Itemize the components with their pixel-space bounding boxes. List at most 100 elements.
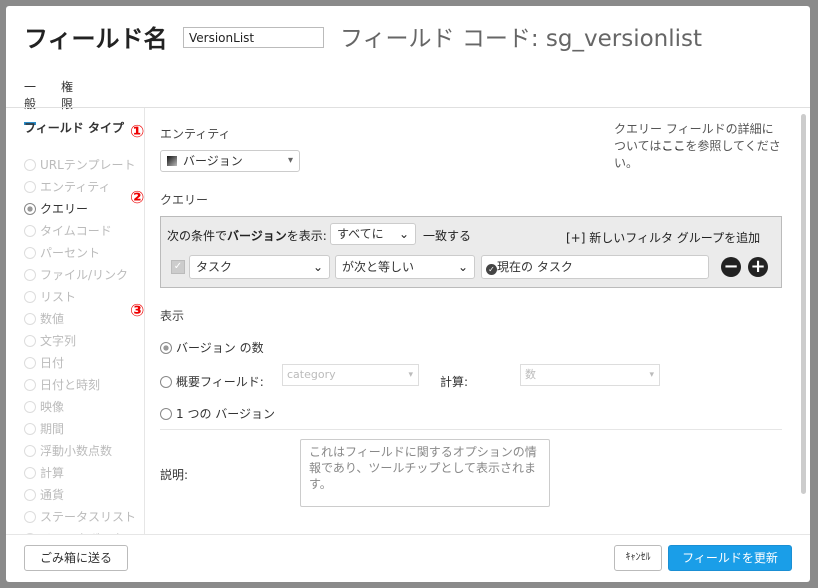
radio-unselected[interactable] — [24, 159, 36, 171]
display-option-count[interactable]: バージョン の数 — [160, 339, 264, 356]
update-field-button[interactable]: フィールドを更新 — [668, 545, 792, 571]
query-filter-box: 次の条件でバージョンを表示: すべてに ⌄ 一致する [+] 新しいフィルタ グ… — [160, 216, 782, 288]
field-type-item[interactable]: タイムコード — [24, 222, 112, 238]
annotation-three: ③ — [130, 301, 145, 321]
chevron-down-icon: ⌄ — [312, 260, 323, 274]
filter-field-select[interactable]: タスク ⌄ — [189, 255, 330, 279]
radio-unselected[interactable] — [24, 511, 36, 523]
display-option-single[interactable]: 1 つの バージョン — [160, 405, 275, 422]
add-filter-button[interactable]: + — [748, 257, 768, 277]
field-type-item[interactable]: ステータスリスト — [24, 508, 136, 524]
field-type-label: 浮動小数点数 — [40, 444, 113, 458]
calc-value: 数 — [525, 368, 536, 381]
page-title: フィールド名 — [24, 25, 168, 53]
field-type-item[interactable]: パーセント — [24, 244, 100, 260]
field-type-label: 日付と時刻 — [40, 378, 101, 392]
display-summary-label: 概要フィールド: — [176, 375, 264, 389]
field-type-item[interactable]: 通貨 — [24, 486, 64, 502]
field-name-input[interactable] — [183, 27, 324, 48]
field-type-item[interactable]: 計算 — [24, 464, 64, 480]
field-dialog: フィールド名 フィールド コード: sg_versionlist 一般 権限 フ… — [6, 6, 810, 582]
footer-divider — [6, 534, 810, 535]
radio-unselected[interactable] — [24, 181, 36, 193]
section-divider — [160, 429, 782, 430]
radio-selected[interactable] — [24, 203, 36, 215]
display-single-label: 1 つの バージョン — [176, 407, 276, 421]
summary-field-value: category — [287, 368, 336, 381]
radio-unselected[interactable] — [24, 225, 36, 237]
panel-divider — [144, 108, 145, 534]
display-option-summary[interactable]: 概要フィールド: — [160, 373, 264, 390]
field-type-title: フィールド タイプ — [24, 121, 124, 135]
scrollbar[interactable] — [801, 114, 806, 494]
field-type-label: URLテンプレート — [40, 158, 136, 172]
radio-unselected[interactable] — [24, 357, 36, 369]
radio-unselected[interactable] — [24, 467, 36, 479]
chevron-down-icon: ▾ — [287, 155, 293, 166]
filter-value-input[interactable]: ✓ 現在の タスク — [481, 255, 709, 279]
radio-selected[interactable] — [160, 342, 172, 354]
radio-unselected[interactable] — [24, 313, 36, 325]
radio-unselected[interactable] — [24, 423, 36, 435]
radio-unselected[interactable] — [24, 401, 36, 413]
chevron-down-icon: ▾ — [649, 370, 654, 380]
field-type-item[interactable]: 文字列 — [24, 332, 76, 348]
field-type-item[interactable]: クエリー — [24, 200, 88, 216]
field-type-item[interactable]: 浮動小数点数 — [24, 442, 112, 458]
help-line-1: クエリー フィールドの詳細に — [614, 122, 774, 136]
cancel-button[interactable]: ｷｬﾝｾﾙ — [614, 545, 662, 571]
condition-pre: 次の条件で — [167, 229, 228, 243]
calc-select[interactable]: 数 ▾ — [520, 364, 660, 386]
tab-divider — [6, 107, 810, 108]
match-select[interactable]: すべてに ⌄ — [330, 223, 416, 245]
dialog-header: フィールド名 フィールド コード: sg_versionlist — [24, 24, 800, 64]
field-type-label: リスト — [40, 290, 77, 304]
chevron-down-icon: ⌄ — [398, 227, 409, 241]
field-type-item[interactable]: リスト — [24, 288, 76, 304]
radio-unselected[interactable] — [160, 408, 172, 420]
remove-filter-button[interactable]: − — [721, 257, 741, 277]
field-type-item[interactable]: エンティティ — [24, 178, 111, 194]
filter-field-value: タスク — [196, 260, 233, 274]
help-link[interactable]: ここ — [661, 139, 685, 153]
radio-unselected[interactable] — [24, 335, 36, 347]
field-type-label: クエリー — [40, 202, 89, 216]
field-type-item[interactable]: 映像 — [24, 398, 64, 414]
radio-unselected[interactable] — [24, 247, 36, 259]
radio-unselected[interactable] — [24, 445, 36, 457]
field-type-label: 計算 — [40, 466, 65, 480]
help-text: クエリー フィールドの詳細に ついてはここを参照してくださ い。 — [614, 121, 786, 172]
field-type-item[interactable]: 日付と時刻 — [24, 376, 100, 392]
add-filter-group-link[interactable]: [+] 新しいフィルタ グループを追加 — [566, 229, 760, 246]
filter-checkbox[interactable]: ✓ — [171, 260, 185, 274]
calc-label: 計算: — [440, 375, 469, 389]
field-type-item[interactable]: 数値 — [24, 310, 64, 326]
annotation-one: ① — [130, 122, 145, 142]
field-type-label: タイムコード — [40, 224, 112, 238]
field-type-item[interactable]: ファイル/リンク — [24, 266, 128, 282]
field-code-label: フィールド コード: sg_versionlist — [340, 26, 703, 52]
field-type-label: 数値 — [40, 312, 65, 326]
radio-unselected[interactable] — [24, 291, 36, 303]
condition-mid: を表示: — [286, 229, 327, 243]
description-textarea[interactable]: これはフィールドに関するオプションの情報であり、ツールチップとして表示されます。 — [300, 439, 550, 507]
entity-select[interactable]: バージョン ▾ — [160, 150, 300, 172]
summary-field-select[interactable]: category ▾ — [282, 364, 419, 386]
radio-unselected[interactable] — [24, 489, 36, 501]
field-type-label: 文字列 — [40, 334, 77, 348]
chevron-down-icon: ⌄ — [457, 260, 468, 274]
annotation-two: ② — [130, 188, 145, 208]
entity-value: バージョン — [183, 154, 243, 168]
field-type-label: 期間 — [40, 422, 65, 436]
trash-button[interactable]: ごみ箱に送る — [24, 545, 128, 571]
field-type-item[interactable]: URLテンプレート — [24, 156, 135, 172]
radio-unselected[interactable] — [160, 376, 172, 388]
field-type-item[interactable]: 期間 — [24, 420, 64, 436]
radio-unselected[interactable] — [24, 269, 36, 281]
radio-unselected[interactable] — [24, 379, 36, 391]
chevron-down-icon: ▾ — [408, 370, 413, 380]
filter-operator-select[interactable]: が次と等しい ⌄ — [335, 255, 475, 279]
display-label: 表示 — [160, 309, 185, 323]
query-label: クエリー — [160, 193, 209, 207]
field-type-item[interactable]: 日付 — [24, 354, 64, 370]
